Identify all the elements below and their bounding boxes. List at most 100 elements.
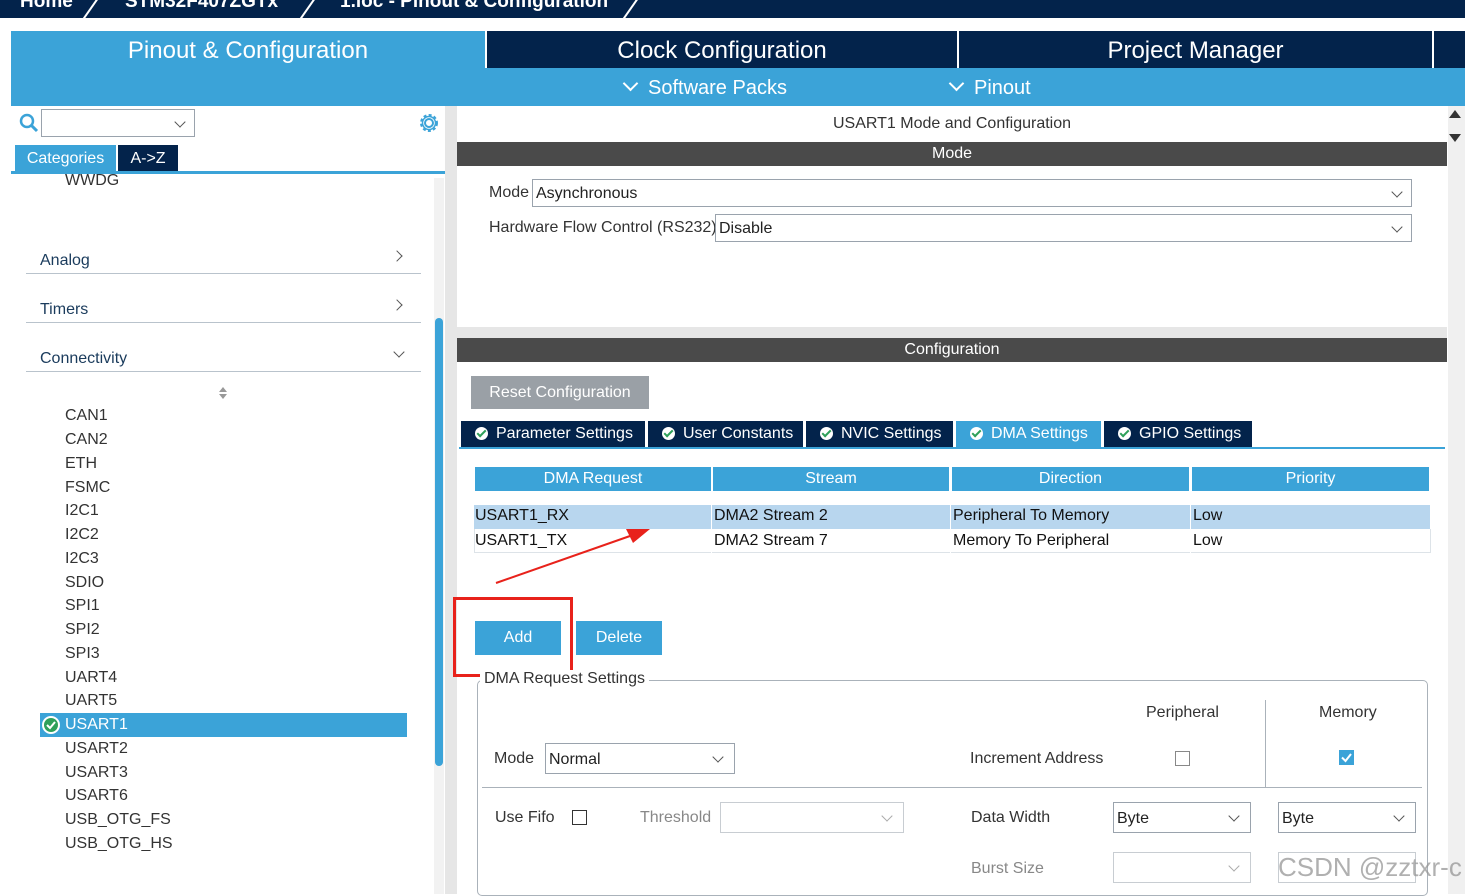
breadcrumb: Home STM32F407ZGTx 1.ioc - Pinout & Conf… xyxy=(0,0,1465,18)
check-circle-icon xyxy=(1118,427,1131,440)
dma-mode-select[interactable]: Normal xyxy=(545,743,735,774)
mode-select[interactable]: Asynchronous xyxy=(532,179,1412,207)
list-item-eth[interactable]: ETH xyxy=(65,455,97,473)
chevron-down-icon xyxy=(881,810,893,822)
column-header-stream[interactable]: Stream xyxy=(713,467,949,491)
breadcrumb-file[interactable]: 1.ioc - Pinout & Configuration xyxy=(340,0,608,13)
list-item-sdio[interactable]: SDIO xyxy=(65,574,104,592)
group-timers-label: Timers xyxy=(40,301,89,318)
list-item-spi3[interactable]: SPI3 xyxy=(65,645,100,663)
burst-size-label: Burst Size xyxy=(971,860,1044,877)
chevron-down-icon xyxy=(174,116,186,128)
chevron-down-icon xyxy=(1393,810,1405,822)
list-item-usart2[interactable]: USART2 xyxy=(65,740,128,758)
right-scrollbar-track[interactable] xyxy=(1448,106,1465,894)
hfc-select[interactable]: Disable xyxy=(715,214,1412,242)
tab-user-constants[interactable]: User Constants xyxy=(648,421,803,447)
tab-nvic-settings-label: NVIC Settings xyxy=(841,425,942,442)
use-fifo-label: Use Fifo xyxy=(495,809,555,826)
tab-project-manager[interactable]: Project Manager xyxy=(959,31,1432,68)
tab-a-z[interactable]: A->Z xyxy=(118,145,178,172)
list-item-i2c3[interactable]: I2C3 xyxy=(65,550,99,568)
mode-section-header: Mode xyxy=(457,142,1447,166)
chevron-right-icon xyxy=(391,299,403,311)
search-icon[interactable] xyxy=(19,113,39,133)
column-divider xyxy=(1265,700,1266,788)
chevron-down-icon xyxy=(1391,186,1403,198)
pinout-menu-label: Pinout xyxy=(974,77,1031,99)
tab-gpio-settings-label: GPIO Settings xyxy=(1139,425,1242,442)
search-combo[interactable] xyxy=(41,109,195,137)
list-item-uart4[interactable]: UART4 xyxy=(65,669,117,687)
breadcrumb-separator xyxy=(296,0,316,18)
chevron-down-icon xyxy=(1228,810,1240,822)
list-item-can1[interactable]: CAN1 xyxy=(65,407,108,425)
tab-a-z-label: A->Z xyxy=(130,150,166,167)
sort-icon[interactable] xyxy=(217,386,229,400)
tab-parameter-settings-label: Parameter Settings xyxy=(496,425,633,442)
list-item-usart1-selected[interactable]: USART1 xyxy=(40,713,407,737)
left-scrollbar-thumb[interactable] xyxy=(435,318,443,766)
hfc-label: Hardware Flow Control (RS232) xyxy=(489,219,717,236)
scroll-arrows-icon[interactable] xyxy=(1448,108,1462,144)
chevron-right-icon xyxy=(391,250,403,262)
tab-categories[interactable]: Categories xyxy=(15,145,116,172)
group-timers[interactable]: Timers xyxy=(26,287,421,323)
group-connectivity[interactable]: Connectivity xyxy=(26,336,421,372)
threshold-select[interactable] xyxy=(720,802,904,833)
breadcrumb-separator xyxy=(619,0,639,18)
list-item-spi2[interactable]: SPI2 xyxy=(65,621,100,639)
tab-dma-settings[interactable]: DMA Settings xyxy=(956,421,1101,447)
tab-nvic-settings[interactable]: NVIC Settings xyxy=(806,421,953,447)
tab-gpio-settings[interactable]: GPIO Settings xyxy=(1104,421,1252,447)
list-item-fsmc[interactable]: FSMC xyxy=(65,479,110,497)
data-width-label: Data Width xyxy=(971,809,1051,826)
tab-user-constants-label: User Constants xyxy=(683,425,794,442)
memory-data-width-select[interactable]: Byte xyxy=(1278,802,1416,833)
peripheral-data-width-select[interactable]: Byte xyxy=(1113,802,1251,833)
list-item-usb-otg-hs[interactable]: USB_OTG_HS xyxy=(65,835,173,853)
column-divider xyxy=(711,505,712,553)
list-item-usart3[interactable]: USART3 xyxy=(65,764,128,782)
delete-button[interactable]: Delete xyxy=(576,621,662,655)
check-circle-icon xyxy=(820,427,833,440)
page-title: USART1 Mode and Configuration xyxy=(832,115,1072,132)
group-analog[interactable]: Analog xyxy=(26,238,421,274)
tab-pinout-configuration[interactable]: Pinout & Configuration xyxy=(11,31,485,68)
list-item-can2[interactable]: CAN2 xyxy=(65,431,108,449)
check-circle-icon xyxy=(475,427,488,440)
list-item-usart6[interactable]: USART6 xyxy=(65,787,128,805)
list-item-i2c1[interactable]: I2C1 xyxy=(65,502,99,520)
pinout-menu[interactable]: Pinout xyxy=(948,68,1031,106)
list-item-usb-otg-fs[interactable]: USB_OTG_FS xyxy=(65,811,171,829)
software-packs-menu[interactable]: Software Packs xyxy=(622,68,787,106)
group-connectivity-label: Connectivity xyxy=(40,350,128,367)
reset-configuration-button[interactable]: Reset Configuration xyxy=(471,376,649,409)
gear-icon[interactable] xyxy=(417,111,441,135)
use-fifo-checkbox[interactable] xyxy=(572,810,587,825)
column-header-priority[interactable]: Priority xyxy=(1192,467,1429,491)
peripheral-increment-checkbox[interactable] xyxy=(1175,751,1190,766)
breadcrumb-home[interactable]: Home xyxy=(20,0,73,13)
panel-splitter[interactable] xyxy=(445,106,457,894)
tab-parameter-settings[interactable]: Parameter Settings xyxy=(461,421,645,447)
list-item-partial[interactable]: WWDG xyxy=(65,172,119,190)
breadcrumb-device[interactable]: STM32F407ZGTx xyxy=(125,0,278,13)
tab-clock-configuration[interactable]: Clock Configuration xyxy=(487,31,957,68)
annotation-arrow xyxy=(495,529,650,584)
column-header-direction[interactable]: Direction xyxy=(952,467,1189,491)
peripheral-burst-size-select[interactable] xyxy=(1113,852,1251,883)
column-header-dma-request[interactable]: DMA Request xyxy=(475,467,711,491)
cell-priority: Low xyxy=(1193,507,1223,524)
list-item-i2c2[interactable]: I2C2 xyxy=(65,526,99,544)
row-divider xyxy=(482,787,1422,788)
check-circle-icon xyxy=(970,427,983,440)
list-item-uart5[interactable]: UART5 xyxy=(65,692,117,710)
list-item-spi1[interactable]: SPI1 xyxy=(65,597,100,615)
tab-overflow[interactable] xyxy=(1434,31,1465,68)
tab-label: Project Manager xyxy=(1107,37,1284,64)
mode-select-value: Asynchronous xyxy=(536,185,638,202)
sub-menu-bar: Software Packs Pinout xyxy=(11,68,1465,106)
section-splitter[interactable] xyxy=(457,327,1447,338)
memory-increment-checkbox[interactable] xyxy=(1339,750,1354,765)
